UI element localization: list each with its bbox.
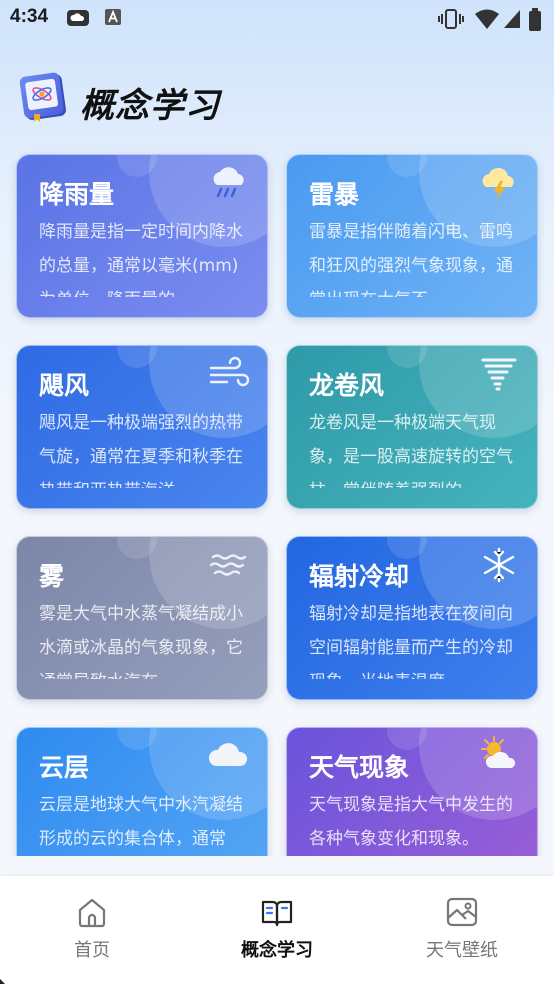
cloud-icon [208, 743, 248, 766]
card-description: 降雨量是指一定时间内降水的总量，通常以毫米(mm)为单位。降雨量的 [39, 222, 243, 297]
concept-card-weather-phenomena[interactable]: 天气现象 天气现象是指大气中发生的各种气象变化和现象。 [286, 727, 538, 856]
nav-item-weather-wallpaper[interactable]: 天气壁纸 [392, 890, 532, 970]
fog-icon [209, 554, 247, 576]
concept-grid: 降雨量 降雨量是指一定时间内降水的总量，通常以毫米(mm)为单位。降雨量的 雷暴… [0, 0, 554, 856]
sun-cloud-icon [481, 736, 516, 768]
card-title: 降雨量 [39, 180, 115, 209]
card-title: 辐射冷却 [309, 562, 410, 591]
thunderstorm-icon [482, 167, 514, 201]
concept-card-fog[interactable]: 雾 雾是大气中水蒸气凝结成小水滴或冰晶的气象现象，它通常导致水汽在 [16, 536, 268, 700]
nav-item-home[interactable]: 首页 [22, 890, 162, 970]
snowflake-icon [483, 547, 515, 583]
card-title: 云层 [39, 753, 90, 782]
rain-cloud-icon [213, 167, 244, 198]
card-title: 雷暴 [309, 180, 360, 209]
card-description: 龙卷风是一种极端天气现象，是一股高速旋转的空气柱，常伴随着强烈的 [309, 413, 513, 488]
concept-card-radiative-cooling[interactable]: 辐射冷却 辐射冷却是指地表在夜间向空间辐射能量而产生的冷却现象，当地表温度 [286, 536, 538, 700]
wallpaper-icon [446, 897, 478, 927]
nav-label-weather-wallpaper: 天气壁纸 [426, 940, 498, 961]
nav-label-home: 首页 [74, 940, 110, 961]
card-description: 飓风是一种极端强烈的热带气旋，通常在夏季和秋季在热带和亚热带海洋 [39, 413, 243, 488]
card-description: 辐射冷却是指地表在夜间向空间辐射能量而产生的冷却现象，当地表温度 [309, 604, 513, 679]
concept-card-thunderstorm[interactable]: 雷暴 雷暴是指伴随着闪电、雷鸣和狂风的强烈气象现象，通常出现在大气不 [286, 154, 538, 318]
wind-icon [209, 356, 250, 387]
card-description: 天气现象是指大气中发生的各种气象变化和现象。 [309, 795, 513, 849]
home-icon [78, 898, 106, 928]
nav-label-concept-learning: 概念学习 [241, 940, 313, 961]
concept-card-tornado[interactable]: 龙卷风 龙卷风是一种极端天气现象，是一股高速旋转的空气柱，常伴随着强烈的 [286, 345, 538, 509]
nav-item-concept-learning[interactable]: 概念学习 [207, 890, 347, 970]
tornado-icon [481, 358, 517, 391]
card-description: 云层是地球大气中水汽凝结形成的云的集合体，通常 [39, 795, 243, 849]
card-title: 飓风 [39, 371, 90, 400]
card-description: 雷暴是指伴随着闪电、雷鸣和狂风的强烈气象现象，通常出现在大气不 [309, 222, 513, 297]
card-title: 龙卷风 [309, 371, 385, 400]
concept-card-hurricane[interactable]: 飓风 飓风是一种极端强烈的热带气旋，通常在夏季和秋季在热带和亚热带海洋 [16, 345, 268, 509]
book-open-icon [261, 900, 293, 927]
card-description: 雾是大气中水蒸气凝结成小水滴或冰晶的气象现象，它通常导致水汽在 [39, 604, 243, 679]
bottom-nav: 首页 概念学习 天气壁纸 [0, 876, 554, 984]
concept-card-cloud-layer[interactable]: 云层 云层是地球大气中水汽凝结形成的云的集合体，通常 [16, 727, 268, 856]
corner-mark [0, 979, 5, 984]
concept-card-rainfall[interactable]: 降雨量 降雨量是指一定时间内降水的总量，通常以毫米(mm)为单位。降雨量的 [16, 154, 268, 318]
card-title: 天气现象 [309, 753, 410, 782]
card-title: 雾 [39, 562, 65, 591]
